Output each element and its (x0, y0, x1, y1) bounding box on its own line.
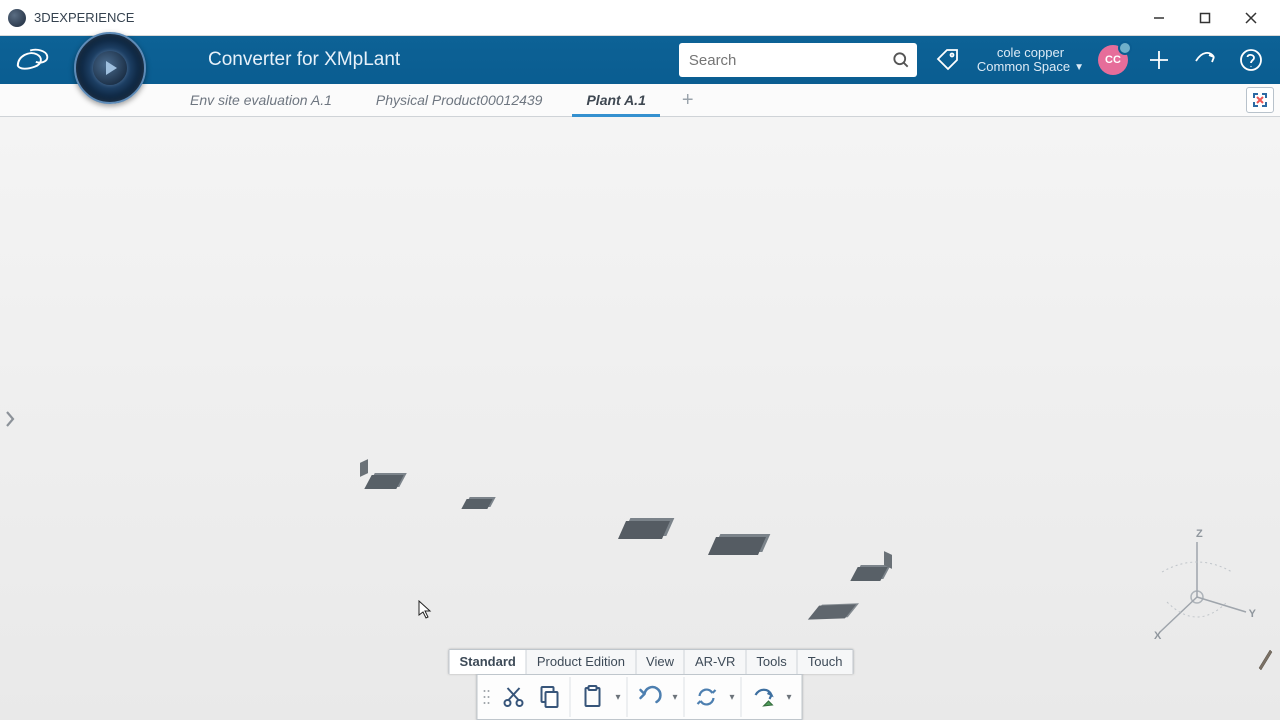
tab-env-site-evaluation[interactable]: Env site evaluation A.1 (168, 84, 354, 116)
toolbar-tab-label: Product Edition (537, 654, 625, 669)
app-header: Converter for XMpLant cole copper Common… (0, 36, 1280, 84)
copy-button[interactable] (532, 679, 568, 715)
undo-dropdown[interactable]: ▾ (668, 692, 682, 703)
update-dropdown[interactable]: ▾ (725, 692, 739, 703)
add-icon[interactable] (1144, 45, 1174, 75)
toolbar-tab-touch[interactable]: Touch (798, 650, 853, 674)
paste-dropdown[interactable]: ▾ (611, 692, 625, 703)
toolbar-tab-tools[interactable]: Tools (746, 650, 797, 674)
paste-button[interactable] (575, 679, 611, 715)
tab-label: Env site evaluation A.1 (190, 92, 332, 108)
pencil-icon[interactable] (1256, 644, 1274, 672)
share-content-dropdown[interactable]: ▾ (782, 692, 796, 703)
tab-label: Physical Product00012439 (376, 92, 543, 108)
action-bar-body: ▾ ▾ ▾ ▾ (477, 674, 803, 720)
help-icon[interactable] (1236, 45, 1266, 75)
compass-menu[interactable] (74, 32, 146, 104)
search-input[interactable] (689, 52, 891, 69)
axis-y-label: Y (1249, 608, 1256, 620)
window-minimize-button[interactable] (1136, 0, 1182, 36)
play-icon (93, 51, 127, 85)
tab-add-button[interactable]: + (668, 84, 708, 116)
avatar-initials: CC (1105, 54, 1121, 66)
tab-plant[interactable]: Plant A.1 (564, 84, 667, 116)
window-title: 3DEXPERIENCE (34, 10, 1136, 25)
space-label: Common Space (977, 60, 1070, 74)
window-maximize-button[interactable] (1182, 0, 1228, 36)
document-tabs: Env site evaluation A.1 Physical Product… (0, 84, 1280, 117)
share-icon[interactable] (1190, 45, 1220, 75)
action-bar-tabs: Standard Product Edition View AR-VR Tool… (449, 649, 854, 674)
window-close-button[interactable] (1228, 0, 1274, 36)
toolbar-tab-label: Standard (460, 654, 516, 669)
toolbar-tab-label: AR-VR (695, 654, 735, 669)
mouse-cursor (418, 600, 432, 620)
app-icon (8, 9, 26, 27)
window-titlebar: 3DEXPERIENCE (0, 0, 1280, 36)
geometry-object[interactable] (622, 521, 666, 539)
window-controls (1136, 0, 1274, 36)
toolbar-grip[interactable] (482, 679, 492, 715)
ds-logo (10, 45, 56, 75)
tab-physical-product[interactable]: Physical Product00012439 (354, 84, 565, 116)
user-name-label: cole copper (997, 46, 1064, 60)
avatar-status-badge (1118, 41, 1132, 55)
geometry-object[interactable] (814, 605, 850, 619)
update-button[interactable] (689, 679, 725, 715)
user-space-selector[interactable]: cole copper Common Space ▼ (977, 46, 1084, 75)
geometry-object[interactable] (368, 475, 400, 489)
viewport-3d[interactable]: Z Y X Standard Product Edition View AR-V… (0, 117, 1280, 720)
avatar[interactable]: CC (1098, 45, 1128, 75)
toolbar-tab-ar-vr[interactable]: AR-VR (685, 650, 746, 674)
geometry-object[interactable] (712, 537, 762, 555)
plus-icon: + (682, 89, 694, 112)
axis-z-label: Z (1196, 528, 1203, 540)
fit-view-button[interactable] (1246, 87, 1274, 113)
axis-triad[interactable]: Z Y X (1142, 532, 1252, 642)
toolbar-tab-product-edition[interactable]: Product Edition (527, 650, 636, 674)
cut-button[interactable] (496, 679, 532, 715)
action-bar: Standard Product Edition View AR-VR Tool… (427, 649, 854, 720)
share-content-button[interactable] (746, 679, 782, 715)
toolbar-tab-view[interactable]: View (636, 650, 685, 674)
search-box[interactable] (679, 43, 917, 77)
app-name: Converter for XMpLant (208, 49, 400, 71)
chevron-down-icon: ▼ (1074, 62, 1084, 73)
tab-label: Plant A.1 (586, 92, 645, 108)
toolbar-tab-label: View (646, 654, 674, 669)
toolbar-tab-label: Touch (808, 654, 843, 669)
axis-x-label: X (1154, 630, 1161, 642)
tag-icon[interactable] (933, 45, 963, 75)
geometry-object[interactable] (464, 499, 490, 509)
toolbar-tab-label: Tools (756, 654, 786, 669)
tree-expand-handle[interactable] (2, 405, 18, 433)
search-icon[interactable] (891, 50, 911, 70)
undo-button[interactable] (632, 679, 668, 715)
toolbar-tab-standard[interactable]: Standard (450, 650, 527, 674)
geometry-object[interactable] (854, 567, 884, 581)
